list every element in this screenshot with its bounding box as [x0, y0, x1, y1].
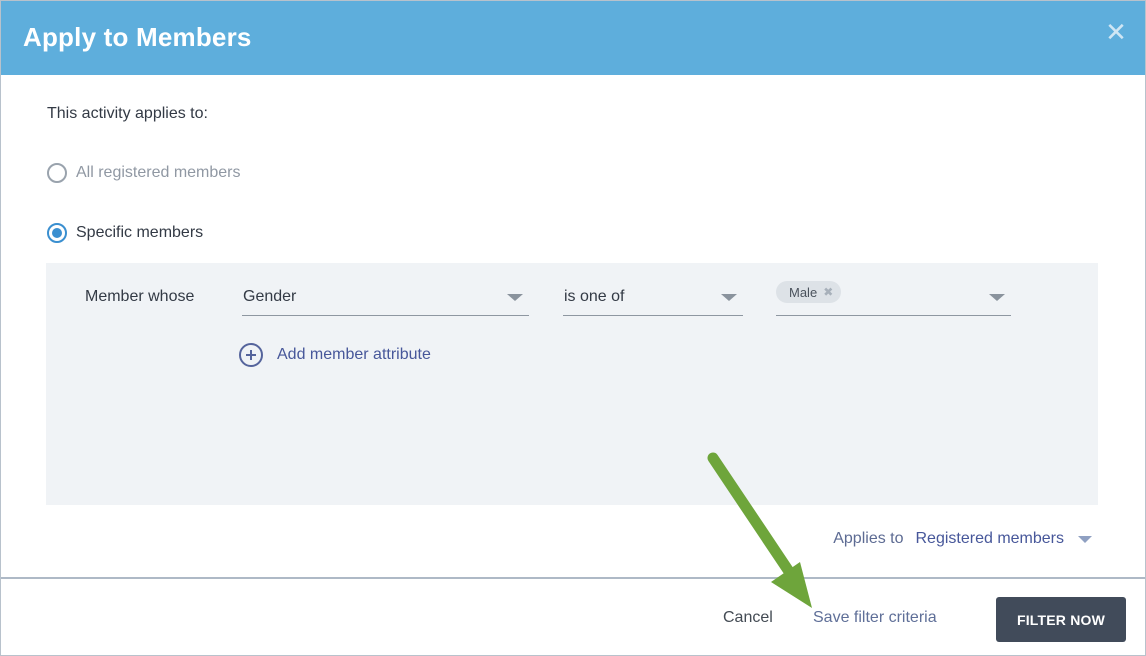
chevron-down-icon[interactable] [989, 294, 1005, 301]
chevron-down-icon[interactable] [1078, 535, 1092, 543]
close-icon[interactable]: ✕ [1103, 19, 1129, 45]
intro-text: This activity applies to: [47, 105, 208, 122]
operator-select[interactable]: is one of [563, 281, 743, 316]
applies-to-label: Applies to [833, 530, 904, 547]
radio-icon[interactable] [47, 223, 67, 243]
filter-now-button[interactable]: FILTER NOW [996, 597, 1126, 642]
filter-panel: Member whose Gender is one of Male ✖ Add… [46, 263, 1098, 505]
radio-icon[interactable] [47, 163, 67, 183]
add-member-attribute-label: Add member attribute [277, 346, 431, 363]
applies-to-select[interactable]: Registered members [916, 530, 1065, 548]
attribute-value: Gender [243, 288, 297, 305]
operator-value: is one of [564, 288, 625, 305]
footer-divider [1, 577, 1145, 579]
chevron-down-icon[interactable] [721, 294, 737, 301]
cancel-button[interactable]: Cancel [723, 609, 773, 627]
dialog-header: Apply to Members ✕ [1, 1, 1145, 75]
save-filter-criteria-link[interactable]: Save filter criteria [813, 609, 937, 627]
add-member-attribute-button[interactable]: Add member attribute [239, 343, 431, 367]
option-all-registered-members[interactable]: All registered members [47, 161, 241, 185]
dialog-title: Apply to Members [23, 22, 252, 52]
chip-label: Male [789, 284, 818, 300]
member-whose-label: Member whose [85, 288, 195, 305]
values-select[interactable]: Male ✖ [776, 281, 1011, 316]
chevron-down-icon[interactable] [507, 294, 523, 301]
applies-to-row: Applies to Registered members [833, 528, 1092, 550]
option-specific-members[interactable]: Specific members [47, 221, 203, 245]
chip-remove-icon[interactable]: ✖ [823, 285, 833, 299]
value-chip: Male ✖ [776, 281, 842, 303]
plus-circle-icon [239, 343, 263, 367]
apply-to-members-dialog: Apply to Members ✕ This activity applies… [0, 0, 1146, 656]
option-label: Specific members [76, 224, 204, 241]
attribute-select[interactable]: Gender [242, 281, 529, 316]
option-label: All registered members [76, 164, 241, 181]
